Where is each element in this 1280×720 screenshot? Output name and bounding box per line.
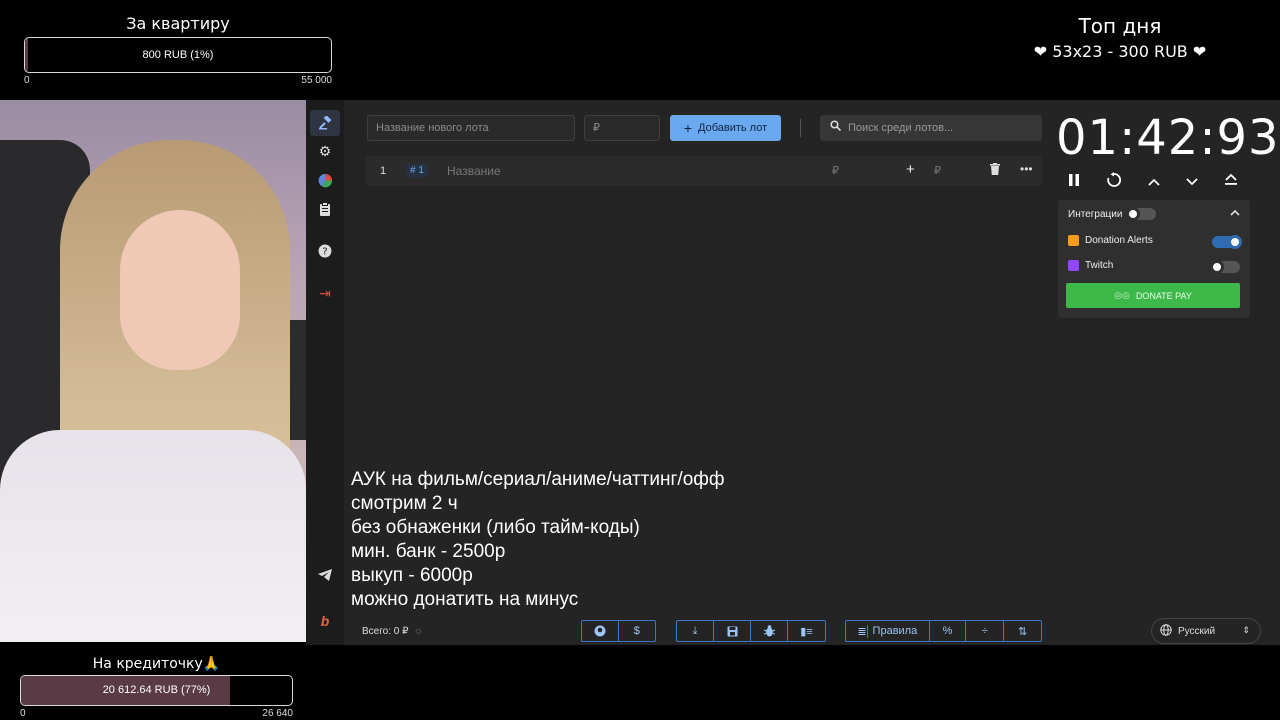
boosty-icon[interactable]: b — [314, 610, 336, 632]
top-day-donor: ❤ 53x23 - 300 RUB ❤ — [1033, 42, 1207, 61]
stream-rules-text: АУК на фильм/сериал/аниме/чаттинг/офф см… — [351, 468, 725, 612]
bug-icon[interactable] — [751, 621, 788, 641]
toolbar-group-rules: ≣ Правила % ÷ ⇅ — [845, 620, 1042, 642]
double-up-icon[interactable] — [1224, 173, 1238, 191]
search-placeholder: Поиск среди лотов... — [848, 122, 954, 134]
plus-icon: + — [683, 120, 693, 136]
list-icon: ≣ — [857, 624, 868, 638]
lot-name-input[interactable]: Название — [447, 164, 501, 178]
svg-text:?: ? — [322, 247, 327, 258]
goal-progress-bar: 20 612.64 RUB (77%) — [20, 675, 293, 706]
toolbar-group-links: $ — [581, 620, 656, 642]
sort-icon[interactable]: ⇅ — [1004, 621, 1041, 641]
goal-title: На кредиточку🙏 — [92, 656, 221, 672]
timer-controls — [1068, 170, 1238, 194]
integration-name: Twitch — [1085, 260, 1114, 271]
goal-progress-bar: 800 RUB (1%) — [24, 37, 332, 73]
save-icon[interactable] — [714, 621, 751, 641]
sidebar: ⚙ ? ⇥ b — [306, 100, 344, 645]
goal-widget-apartment: За квартиру 800 RUB (1%) 0 55 000 — [24, 14, 332, 86]
language-select[interactable]: Русский ⇕ — [1151, 618, 1261, 644]
gavel-icon[interactable] — [310, 110, 340, 136]
lot-id-badge[interactable]: # 1 — [406, 164, 428, 177]
goal-max: 55 000 — [301, 75, 332, 86]
goal-widget-credit-card: На кредиточку🙏 20 612.64 RUB (77%) 0 26 … — [20, 656, 293, 719]
integrations-toggle[interactable] — [1126, 207, 1156, 221]
add-lot-button[interactable]: + Добавить лот — [670, 115, 781, 141]
goal-min: 0 — [20, 708, 26, 719]
chevron-down-icon[interactable] — [1186, 173, 1198, 191]
top-of-day-widget: Топ дня ❤ 53x23 - 300 RUB ❤ — [1010, 14, 1230, 61]
auction-timer: 01:42:93 — [1056, 110, 1280, 166]
chevron-up-icon[interactable] — [1230, 208, 1240, 219]
donatepay-icon: ◎◎ — [1114, 290, 1130, 300]
reset-icon[interactable] — [1106, 171, 1122, 193]
donatepay-label: DONATE PAY — [1135, 290, 1192, 301]
clipboard-icon[interactable] — [314, 198, 336, 220]
split-icon[interactable]: ÷ — [966, 621, 1005, 641]
total-amount: Всего: 0 ₽ ◌ — [362, 626, 421, 637]
percent-icon[interactable]: % — [930, 621, 967, 641]
webcam-feed — [0, 100, 306, 642]
download-icon[interactable]: ⤓ — [677, 621, 714, 641]
help-icon[interactable]: ? — [314, 240, 336, 262]
twitch-icon — [1068, 260, 1079, 271]
logout-icon[interactable]: ⇥ — [314, 282, 336, 304]
toolbar-group-file: ⤓ ▮≡ — [676, 620, 826, 642]
lot-number: 1 — [380, 165, 387, 177]
lot-amount-input[interactable]: ₽ — [832, 164, 839, 177]
donate-dollar-icon[interactable]: $ — [619, 621, 656, 641]
lot-extra-amount-input[interactable]: ₽ — [934, 164, 941, 177]
search-icon — [830, 115, 842, 141]
trash-icon[interactable] — [990, 163, 1000, 178]
add-amount-icon[interactable]: + — [906, 161, 915, 178]
toolbar-divider — [800, 119, 801, 137]
select-arrow-icon: ⇕ — [1242, 625, 1250, 635]
rules-line: АУК на фильм/сериал/аниме/чаттинг/офф — [351, 469, 725, 490]
goal-title: За квартиру — [126, 14, 230, 33]
streamer-shirt — [0, 430, 306, 642]
twitch-toggle[interactable] — [1210, 260, 1240, 274]
lot-row: 1 # 1 Название ₽ + ₽ ••• — [366, 156, 1042, 186]
export-icon[interactable]: ▮≡ — [788, 621, 825, 641]
pie-chart-icon[interactable] — [314, 169, 336, 191]
donation-alerts-toggle[interactable] — [1212, 235, 1242, 249]
integration-name: Donation Alerts — [1085, 235, 1153, 246]
donatepay-button[interactable]: ◎◎ DONATE PAY — [1066, 283, 1240, 308]
total-text: Всего: 0 ₽ — [362, 626, 409, 637]
integrations-panel: Интеграции Donation Alerts Twitch ◎◎ DON… — [1058, 200, 1250, 318]
integration-twitch: Twitch — [1068, 260, 1113, 271]
rules-label: Правила — [872, 625, 918, 637]
globe-icon — [1160, 623, 1172, 639]
rules-button[interactable]: ≣ Правила — [846, 621, 930, 641]
rules-line: мин. банк - 2500р — [351, 541, 506, 562]
top-day-title: Топ дня — [1078, 14, 1162, 38]
rules-line: без обнаженки (либо тайм-коды) — [351, 517, 640, 538]
new-lot-name-input[interactable]: Название нового лота — [367, 115, 575, 141]
integrations-title: Интеграции — [1068, 209, 1123, 220]
language-label: Русский — [1178, 625, 1216, 637]
donation-alerts-icon — [1068, 235, 1079, 246]
rules-line: можно донатить на минус — [351, 589, 579, 610]
goal-progress-text: 800 RUB (1%) — [142, 49, 214, 61]
eye-off-icon[interactable]: ◌ — [415, 626, 421, 637]
goal-progress-text: 20 612.64 RUB (77%) — [102, 684, 211, 696]
rules-line: смотрим 2 ч — [351, 493, 458, 514]
gear-icon[interactable]: ⚙ — [314, 140, 336, 162]
rules-line: выкуп - 6000р — [351, 565, 473, 586]
add-lot-label: Добавить лот — [698, 122, 768, 134]
github-icon[interactable] — [582, 621, 619, 641]
auction-app: ⚙ ? ⇥ b Название нового лота ₽ + Добавит… — [306, 100, 1280, 645]
chevron-up-icon[interactable] — [1148, 173, 1160, 191]
pause-icon[interactable] — [1068, 173, 1080, 192]
goal-min: 0 — [24, 75, 30, 86]
lot-search-input[interactable]: Поиск среди лотов... — [820, 115, 1042, 141]
telegram-icon[interactable] — [314, 564, 336, 586]
goal-max: 26 640 — [262, 708, 293, 719]
streamer-face — [120, 210, 240, 370]
new-lot-amount-input[interactable]: ₽ — [584, 115, 660, 141]
more-icon[interactable]: ••• — [1020, 162, 1033, 176]
integration-donation-alerts: Donation Alerts — [1068, 235, 1153, 246]
